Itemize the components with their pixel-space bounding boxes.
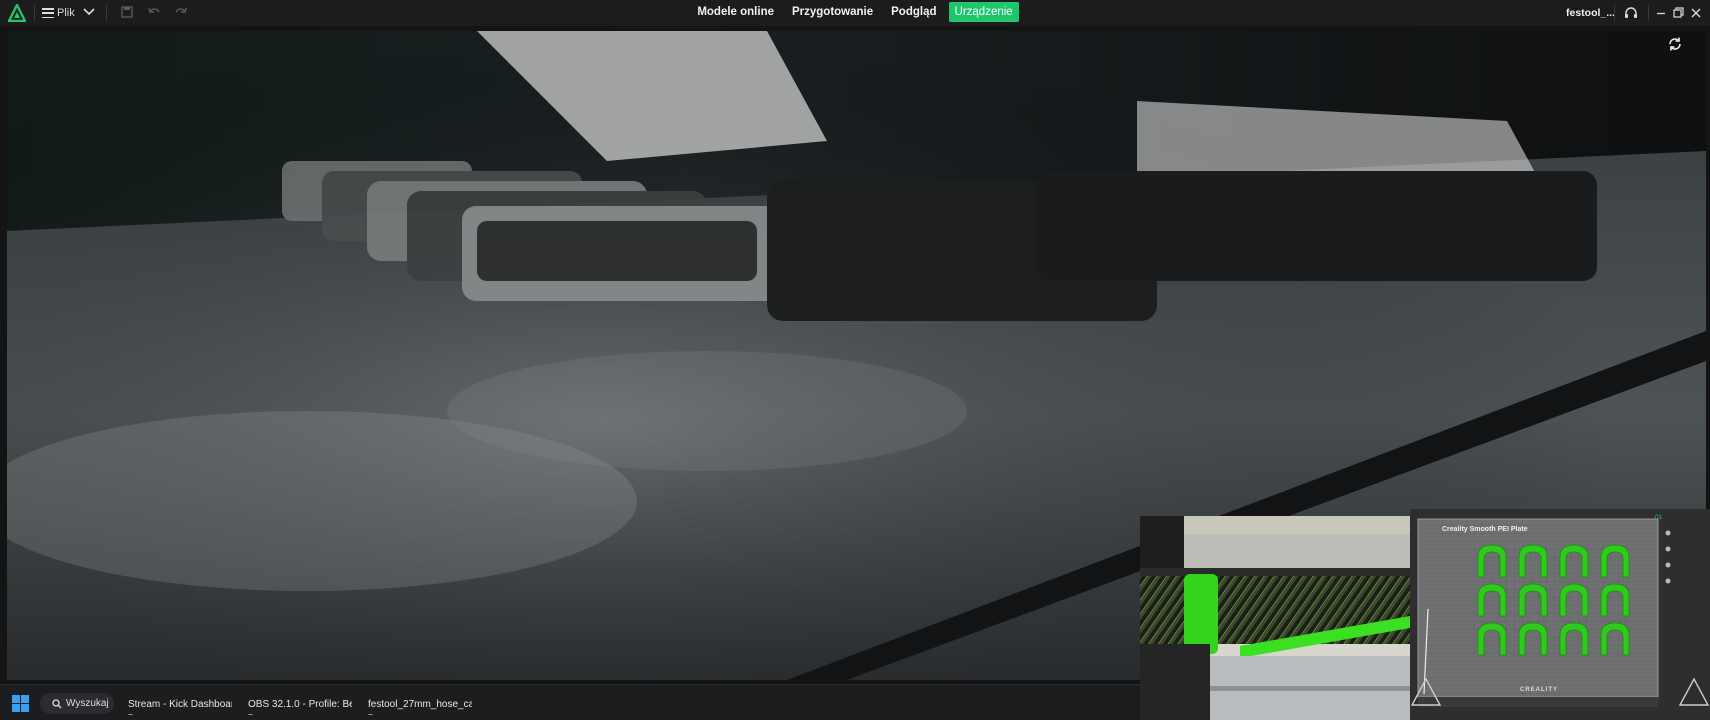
- file-menu-label: Plik: [57, 7, 75, 19]
- closeup-image: [1140, 516, 1410, 720]
- toolbar-divider: [34, 5, 35, 21]
- printed-part: [1559, 583, 1589, 617]
- printed-part: [1518, 544, 1548, 578]
- taskbar-item-label: Stream - Kick Dashboan: [128, 698, 232, 710]
- plate-label: Creality Smooth PEI Plate: [1442, 526, 1528, 533]
- taskbar-search[interactable]: Wyszukaj: [40, 693, 114, 714]
- main-tabs: Modele online Przygotowanie Podgląd Urzą…: [0, 2, 1710, 22]
- tab-online-models[interactable]: Modele online: [691, 2, 780, 22]
- printed-part: [1559, 544, 1589, 578]
- file-menu-button[interactable]: Plik: [42, 4, 75, 22]
- redo-icon[interactable]: [174, 5, 188, 19]
- printed-part: [1518, 622, 1548, 656]
- printed-part: [1477, 583, 1507, 617]
- tab-device[interactable]: Urządzenie: [948, 2, 1019, 22]
- close-icon[interactable]: [1688, 5, 1704, 21]
- taskbar-item-obs[interactable]: OBS 32.1.0 - Profile: Bez: [242, 693, 352, 715]
- printed-part: [1518, 583, 1548, 617]
- project-title: festool_...: [1566, 7, 1616, 19]
- taskbar-item-browser[interactable]: Stream - Kick Dashboan: [122, 693, 232, 715]
- refresh-camera-icon[interactable]: [1666, 35, 1684, 53]
- save-icon[interactable]: [120, 5, 134, 19]
- search-icon: [52, 698, 62, 708]
- chevron-down-icon[interactable]: [82, 5, 96, 19]
- stream-closeup-inset: [1140, 516, 1410, 720]
- taskbar-item-label: OBS 32.1.0 - Profile: Bez: [248, 698, 352, 710]
- printed-part: [1559, 622, 1589, 656]
- printed-part: [1600, 544, 1630, 578]
- running-indicator: [128, 714, 133, 715]
- tab-preview[interactable]: Podgląd: [885, 2, 942, 22]
- restore-icon[interactable]: [1670, 5, 1686, 21]
- toolbar-divider: [106, 5, 107, 21]
- minimize-icon[interactable]: [1653, 5, 1669, 21]
- printed-parts-grid: [1474, 543, 1638, 661]
- headset-support-icon[interactable]: [1623, 5, 1639, 21]
- app-logo-icon: [8, 4, 26, 22]
- running-indicator: [248, 714, 253, 715]
- taskbar-item-label: festool_27mm_hose_cat: [368, 698, 472, 710]
- creality-print-window: Plik Modele online Przygotowanie Podgląd…: [0, 0, 1710, 720]
- toolbar-divider: [1648, 5, 1649, 21]
- printed-part: [1477, 544, 1507, 578]
- slicer-bed-preview: Creality Smooth PEI Plate 01 CREALITY: [1410, 509, 1710, 720]
- toolbar-divider: [1614, 5, 1615, 21]
- printed-part: [1600, 622, 1630, 656]
- plate-number: 01: [1655, 514, 1663, 521]
- search-label: Wyszukaj: [66, 698, 109, 709]
- windows-taskbar: Wyszukaj Stream - Kick Dashboan OBS 32.1…: [0, 684, 1140, 720]
- tab-prepare[interactable]: Przygotowanie: [786, 2, 879, 22]
- taskbar-item-creality-print[interactable]: festool_27mm_hose_cat: [362, 693, 472, 715]
- top-toolbar: Plik Modele online Przygotowanie Podgląd…: [0, 0, 1710, 26]
- undo-icon[interactable]: [147, 5, 161, 19]
- printed-part: [1600, 583, 1630, 617]
- brand-label: CREALITY: [1520, 687, 1558, 693]
- running-indicator: [368, 714, 373, 715]
- printed-part: [1477, 622, 1507, 656]
- hamburger-icon: [42, 8, 54, 18]
- windows-start-icon[interactable]: [12, 695, 29, 712]
